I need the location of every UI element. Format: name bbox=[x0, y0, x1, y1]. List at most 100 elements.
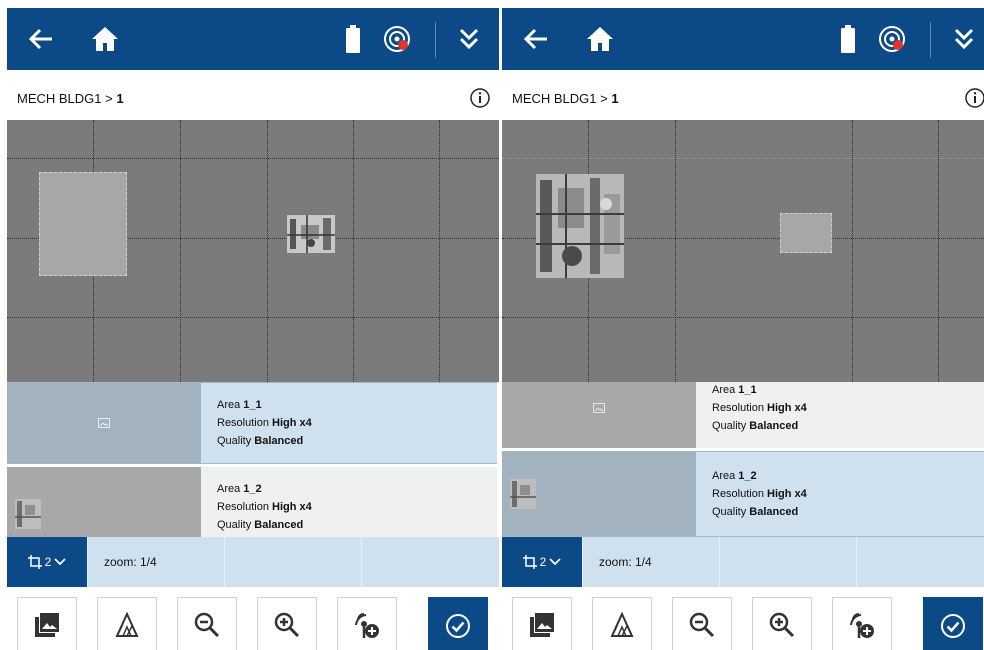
topbar-divider bbox=[930, 22, 931, 58]
scan-map-view[interactable] bbox=[7, 120, 499, 382]
layer-zoom-bar: 2 zoom: 1/4 bbox=[7, 537, 499, 587]
image-gallery-icon bbox=[530, 613, 554, 637]
zoom-bar-empty-cell bbox=[856, 537, 984, 587]
battery-status bbox=[333, 8, 373, 70]
back-arrow-icon bbox=[523, 28, 547, 50]
layer-count: 2 bbox=[44, 555, 52, 569]
scan-area-quality: Quality Balanced bbox=[217, 519, 304, 531]
scan-thumbnail-image bbox=[287, 215, 335, 253]
zoom-bar-empty-cell bbox=[719, 537, 856, 587]
scan-area-card[interactable]: Area 1_1 Resolution High x4 Quality Bala… bbox=[502, 382, 984, 448]
scan-area-resolution: Resolution High x4 bbox=[217, 417, 312, 429]
crop-frame-icon bbox=[27, 555, 42, 569]
double-chevron-down-icon bbox=[459, 28, 479, 50]
zoom-out-button[interactable] bbox=[177, 597, 237, 650]
zoom-in-button[interactable] bbox=[257, 597, 317, 650]
gallery-button[interactable] bbox=[17, 597, 77, 650]
scan-area-thumbnail bbox=[502, 452, 696, 536]
scan-area-1-2-marker[interactable] bbox=[287, 215, 335, 253]
layers-button[interactable] bbox=[592, 597, 652, 650]
confirm-button[interactable] bbox=[923, 597, 983, 650]
scanner-connection-button[interactable] bbox=[870, 8, 914, 70]
layer-selector-button[interactable]: 2 bbox=[502, 537, 582, 587]
zoom-in-button[interactable] bbox=[752, 597, 812, 650]
battery-icon bbox=[346, 25, 360, 53]
info-button[interactable] bbox=[964, 87, 984, 109]
top-app-bar bbox=[7, 8, 499, 70]
home-button[interactable] bbox=[77, 8, 133, 70]
scan-area-name: Area 1_2 bbox=[217, 483, 262, 495]
add-scan-location-button[interactable] bbox=[337, 597, 397, 650]
home-button[interactable] bbox=[572, 8, 628, 70]
zoom-bar-empty-cell bbox=[361, 537, 499, 587]
home-icon bbox=[92, 27, 118, 51]
scan-area-list[interactable]: Area 1_1 Resolution High x4 Quality Bala… bbox=[7, 382, 499, 537]
scan-area-card[interactable]: Area 1_2 Resolution High x4 Quality Bala… bbox=[7, 467, 497, 537]
home-icon bbox=[587, 27, 613, 51]
scan-area-quality: Quality Balanced bbox=[712, 420, 799, 432]
scan-area-1-2-marker[interactable] bbox=[780, 213, 832, 253]
expand-menu-button[interactable] bbox=[938, 8, 984, 70]
scan-area-list[interactable]: Area 1_1 Resolution High x4 Quality Bala… bbox=[502, 382, 984, 537]
scanner-connection-button[interactable] bbox=[375, 8, 419, 70]
zoom-level-label: zoom: 1/4 bbox=[582, 537, 719, 587]
scan-area-details: Area 1_2 Resolution High x4 Quality Bala… bbox=[696, 452, 984, 536]
scan-thumbnail-image bbox=[15, 499, 41, 529]
scan-area-resolution: Resolution High x4 bbox=[217, 501, 312, 513]
back-arrow-icon bbox=[28, 28, 52, 50]
info-button[interactable] bbox=[469, 87, 491, 109]
confirm-check-icon bbox=[941, 614, 965, 638]
scan-area-1-1-marker[interactable] bbox=[536, 174, 624, 278]
breadcrumb-project: MECH BLDG1 > bbox=[17, 90, 113, 106]
double-chevron-down-icon bbox=[954, 28, 974, 50]
scan-area-thumbnail bbox=[502, 382, 696, 448]
battery-icon bbox=[841, 25, 855, 53]
zoom-in-icon bbox=[769, 612, 795, 638]
add-scan-location-button[interactable] bbox=[832, 597, 892, 650]
scan-area-quality: Quality Balanced bbox=[217, 435, 304, 447]
expand-menu-button[interactable] bbox=[443, 8, 495, 70]
image-placeholder-icon bbox=[98, 418, 110, 428]
layer-selector-button[interactable]: 2 bbox=[7, 537, 87, 587]
bottom-toolbar bbox=[502, 595, 984, 650]
scan-target-icon bbox=[384, 26, 410, 52]
zoom-in-icon bbox=[274, 612, 300, 638]
scan-area-quality: Quality Balanced bbox=[712, 506, 799, 518]
breadcrumb-row: MECH BLDG1 > 1 bbox=[502, 78, 984, 118]
triangle-layers-icon bbox=[610, 612, 634, 637]
layers-button[interactable] bbox=[97, 597, 157, 650]
zoom-out-icon bbox=[194, 612, 220, 638]
scan-area-1-1-marker[interactable] bbox=[39, 172, 127, 276]
image-gallery-icon bbox=[35, 613, 59, 637]
bottom-toolbar bbox=[7, 595, 499, 650]
back-button[interactable] bbox=[15, 8, 67, 70]
scan-area-card[interactable]: Area 1_2 Resolution High x4 Quality Bala… bbox=[502, 451, 984, 537]
zoom-out-button[interactable] bbox=[672, 597, 732, 650]
scan-map-view[interactable] bbox=[502, 120, 984, 382]
gallery-button[interactable] bbox=[512, 597, 572, 650]
zoom-bar-empty-cell bbox=[224, 537, 361, 587]
layer-zoom-bar: 2 zoom: 1/4 bbox=[502, 537, 984, 587]
scan-target-icon bbox=[879, 26, 905, 52]
scan-area-details: Area 1_1 Resolution High x4 Quality Bala… bbox=[201, 383, 497, 463]
image-placeholder-icon bbox=[593, 403, 605, 413]
scan-area-details: Area 1_1 Resolution High x4 Quality Bala… bbox=[696, 382, 984, 448]
triangle-layers-icon bbox=[115, 612, 139, 637]
confirm-button[interactable] bbox=[428, 597, 488, 650]
zoom-out-icon bbox=[689, 612, 715, 638]
scan-area-thumbnail bbox=[7, 383, 201, 463]
battery-status bbox=[828, 8, 868, 70]
scan-area-thumbnail bbox=[7, 467, 201, 537]
scan-area-name: Area 1_1 bbox=[712, 384, 757, 396]
scan-area-details: Area 1_2 Resolution High x4 Quality Bala… bbox=[201, 467, 497, 537]
layer-count: 2 bbox=[539, 555, 547, 569]
confirm-check-icon bbox=[446, 614, 470, 638]
add-scan-location-icon bbox=[355, 613, 379, 638]
breadcrumb: MECH BLDG1 > 1 bbox=[17, 91, 124, 106]
scan-area-name: Area 1_2 bbox=[712, 470, 757, 482]
scan-area-card[interactable]: Area 1_1 Resolution High x4 Quality Bala… bbox=[7, 382, 497, 464]
screen-left: MECH BLDG1 > 1 Area 1_1 Resolution High … bbox=[7, 0, 499, 650]
back-button[interactable] bbox=[510, 8, 562, 70]
chevron-down-icon bbox=[54, 558, 66, 566]
top-app-bar bbox=[502, 8, 984, 70]
